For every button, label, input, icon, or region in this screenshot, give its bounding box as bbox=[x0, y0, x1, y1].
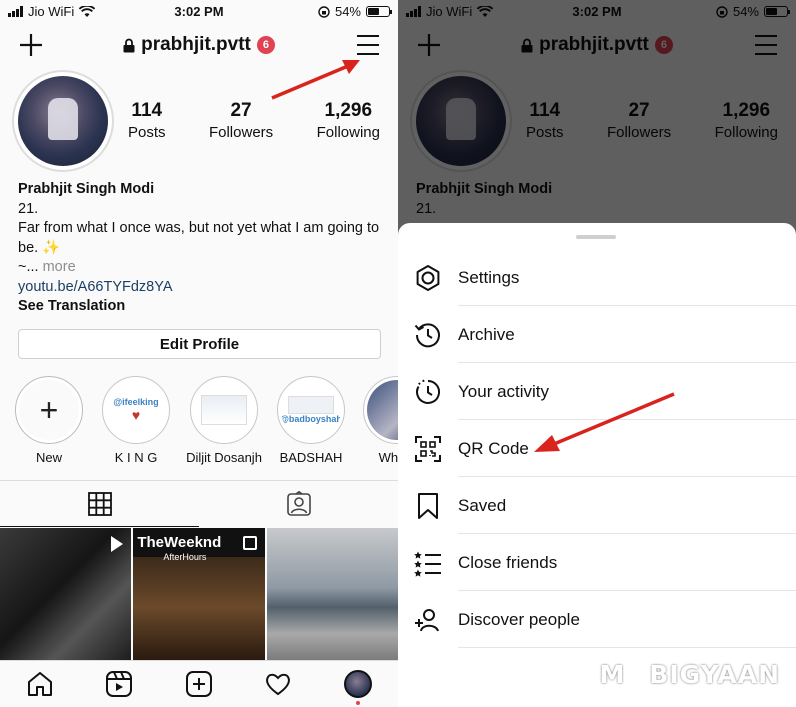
tab-grid[interactable] bbox=[0, 481, 199, 527]
bio-website-link[interactable]: youtu.be/A66TYFdz8YA bbox=[18, 278, 388, 298]
menu-item-label: Your activity bbox=[458, 381, 550, 401]
bio-line: 21. bbox=[18, 200, 39, 217]
stat-following[interactable]: 1,296 Following bbox=[317, 100, 380, 141]
tweet-thumbnail bbox=[201, 395, 247, 425]
bio-ellipsis: ~... bbox=[18, 259, 39, 275]
menu-item-label: QR Code bbox=[458, 438, 529, 458]
highlight-diljit[interactable]: Diljit Dosanjh bbox=[179, 376, 269, 465]
following-count: 1,296 bbox=[324, 100, 373, 121]
menu-bottom-sheet: Settings Archive Your activity QR Code S… bbox=[398, 223, 796, 707]
close-friends-icon bbox=[414, 551, 441, 577]
profile-header: prabhjit.pvtt 6 bbox=[0, 28, 398, 64]
lock-icon bbox=[123, 38, 135, 52]
menu-item-qr-code[interactable]: QR Code bbox=[398, 420, 796, 477]
tab-tagged[interactable] bbox=[199, 481, 398, 527]
activity-icon bbox=[416, 379, 440, 404]
menu-item-label: Settings bbox=[458, 267, 520, 287]
followers-count: 27 bbox=[230, 100, 252, 121]
home-icon[interactable] bbox=[26, 670, 54, 698]
carousel-icon bbox=[242, 536, 257, 550]
notification-dot bbox=[356, 701, 360, 705]
posts-grid: TheWeeknd AfterHours bbox=[0, 528, 398, 660]
profile-menu-screen: Jio WiFi 3:02 PM 54% prabhjit.pvtt 6 114… bbox=[398, 0, 796, 707]
highlight-label: Diljit Dosanjh bbox=[186, 450, 262, 465]
rotation-lock-icon bbox=[318, 5, 330, 18]
heart-icon: ♥ bbox=[131, 407, 141, 423]
stat-posts[interactable]: 114 Posts bbox=[128, 100, 166, 141]
sheet-grabber[interactable] bbox=[576, 235, 616, 239]
menu-item-archive[interactable]: Archive bbox=[398, 306, 796, 363]
highlight-whole[interactable]: Whole bbox=[352, 376, 398, 465]
posts-label: Posts bbox=[128, 124, 166, 141]
highlight-thumb-tag: @badboyshah bbox=[281, 414, 341, 424]
video-icon bbox=[111, 536, 124, 552]
following-label: Following bbox=[316, 124, 380, 141]
profile-bio: Prabhjit Singh Modi 21. Far from what I … bbox=[18, 180, 388, 317]
settings-icon bbox=[416, 264, 440, 291]
menu-item-label: Archive bbox=[458, 324, 515, 344]
menu-item-label: Close friends bbox=[458, 552, 558, 572]
username-switcher[interactable]: prabhjit.pvtt 6 bbox=[0, 34, 398, 56]
highlight-label: New bbox=[35, 450, 62, 465]
profile-tabs bbox=[0, 480, 398, 527]
tweet-thumbnail bbox=[288, 396, 334, 414]
highlight-new[interactable]: + New bbox=[4, 376, 94, 465]
highlight-label: K I N G bbox=[114, 450, 158, 465]
post-subtitle-text: AfterHours bbox=[163, 552, 207, 562]
status-bar: Jio WiFi 3:02 PM 54% bbox=[0, 0, 398, 24]
profile-screen: Jio WiFi 3:02 PM 54% prabhjit.pvtt 6 114… bbox=[0, 0, 398, 707]
bio-line: Far from what I once was, but not yet wh… bbox=[18, 220, 380, 256]
post-title-text: TheWeeknd bbox=[137, 534, 222, 551]
edit-profile-button[interactable]: Edit Profile bbox=[18, 329, 381, 359]
highlight-label: Whole bbox=[378, 450, 398, 465]
profile-tab-avatar[interactable] bbox=[344, 670, 372, 705]
profile-name: Prabhjit Singh Modi bbox=[18, 181, 155, 197]
account-notification-badge: 6 bbox=[256, 36, 275, 54]
see-translation-link[interactable]: See Translation bbox=[18, 297, 388, 317]
highlight-badshah[interactable]: @badboyshah BADSHAH bbox=[266, 376, 356, 465]
plus-icon: + bbox=[19, 380, 79, 440]
highlight-thumb-tag: @ifeelking bbox=[113, 397, 159, 407]
menu-item-your-activity[interactable]: Your activity bbox=[398, 363, 796, 420]
menu-item-settings[interactable]: Settings bbox=[398, 249, 796, 306]
create-post-icon[interactable] bbox=[185, 670, 213, 698]
profile-avatar[interactable] bbox=[12, 70, 114, 172]
qr-code-icon bbox=[415, 435, 441, 462]
menu-item-label: Saved bbox=[458, 495, 507, 515]
bio-more-link[interactable]: more bbox=[43, 259, 76, 275]
post-thumbnail[interactable]: TheWeeknd AfterHours bbox=[133, 528, 265, 660]
username: prabhjit.pvtt bbox=[141, 34, 251, 55]
menu-item-discover-people[interactable]: Discover people bbox=[398, 591, 796, 648]
post-thumbnail[interactable] bbox=[266, 528, 398, 660]
bottom-navigation bbox=[0, 660, 398, 707]
reels-icon[interactable] bbox=[105, 670, 133, 698]
tagged-person-icon bbox=[286, 491, 311, 516]
post-thumbnail[interactable] bbox=[0, 528, 132, 660]
add-person-icon bbox=[415, 608, 439, 631]
menu-item-label: Discover people bbox=[458, 609, 580, 629]
menu-item-close-friends[interactable]: Close friends bbox=[398, 534, 796, 591]
followers-label: Followers bbox=[208, 124, 274, 141]
story-highlights: + New @ifeelking ♥ K I N G Diljit Dosanjh… bbox=[0, 376, 398, 466]
battery-percent: 54% bbox=[334, 4, 361, 19]
battery-icon bbox=[366, 6, 392, 17]
archive-icon bbox=[414, 322, 440, 347]
bookmark-icon bbox=[418, 492, 438, 519]
highlight-king[interactable]: @ifeelking ♥ K I N G bbox=[91, 376, 181, 465]
profile-stats: 114 Posts 27 Followers 1,296 Following bbox=[128, 100, 380, 141]
bio-line: ~... more bbox=[18, 258, 388, 278]
stat-followers[interactable]: 27 Followers bbox=[209, 100, 273, 141]
heart-activity-icon[interactable] bbox=[264, 670, 292, 698]
grid-icon bbox=[87, 491, 112, 516]
watermark-logo: M BIGYAAN bbox=[599, 660, 780, 689]
hamburger-menu-icon[interactable] bbox=[356, 34, 380, 56]
menu-item-saved[interactable]: Saved bbox=[398, 477, 796, 534]
posts-count: 114 bbox=[131, 100, 163, 121]
highlight-label: BADSHAH bbox=[279, 450, 343, 465]
